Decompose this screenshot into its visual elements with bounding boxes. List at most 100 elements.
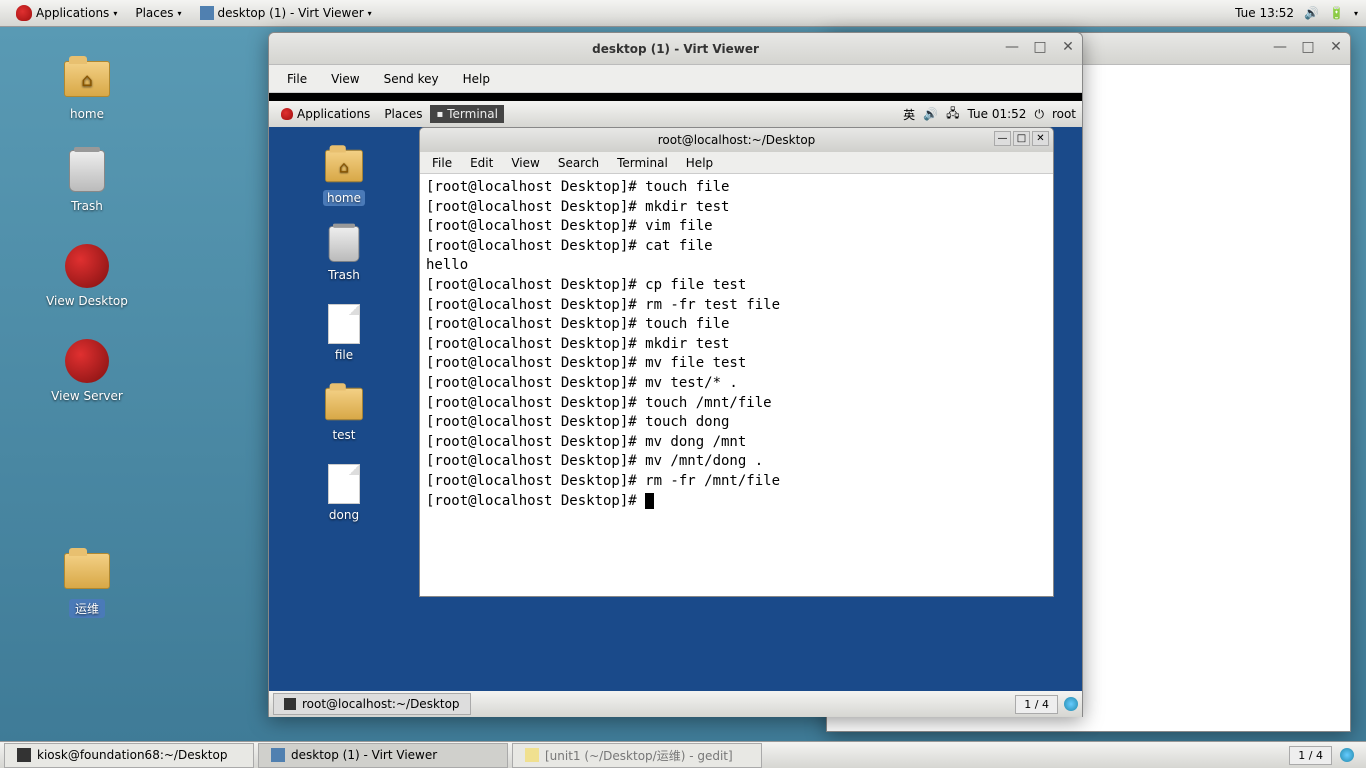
file-icon <box>328 464 360 504</box>
virt-viewer-icon <box>200 6 214 20</box>
gedit-icon <box>525 748 539 762</box>
menu-sendkey[interactable]: Send key <box>374 68 449 90</box>
redhat-icon <box>65 244 109 288</box>
icon-label: test <box>332 428 355 442</box>
terminal-icon: ▪ <box>436 109 443 120</box>
folder-home-icon <box>325 150 363 182</box>
task-gedit[interactable]: [unit1 (~/Desktop/运维) - gedit] <box>512 743 762 768</box>
redhat-icon <box>65 339 109 383</box>
top-panel-right: Tue 13:52 🔊 🔋 ▾ <box>1235 6 1358 20</box>
menu-help[interactable]: Help <box>678 154 721 172</box>
maximize-button[interactable]: □ <box>1013 131 1030 146</box>
guest-applications-menu[interactable]: Applications <box>275 105 376 123</box>
desktop-icon-home[interactable]: home <box>42 55 132 121</box>
maximize-button[interactable]: □ <box>1300 39 1316 55</box>
workspace-indicator[interactable]: 1 / 4 <box>1289 746 1332 765</box>
menu-view[interactable]: View <box>503 154 547 172</box>
show-desktop-icon[interactable] <box>1064 697 1078 711</box>
battery-icon[interactable]: 🔋 <box>1329 6 1344 20</box>
volume-icon[interactable]: 🔊 <box>1304 6 1319 20</box>
task-label: kiosk@foundation68:~/Desktop <box>37 748 227 762</box>
terminal-menubar: File Edit View Search Terminal Help <box>420 152 1053 174</box>
task-kiosk-terminal[interactable]: kiosk@foundation68:~/Desktop <box>4 743 254 768</box>
menu-file[interactable]: File <box>277 68 317 90</box>
folder-home-icon <box>64 61 110 97</box>
guest-user[interactable]: root <box>1052 107 1076 121</box>
minimize-button[interactable]: — <box>1004 39 1020 55</box>
folder-icon <box>325 388 363 420</box>
places-label: Places <box>135 6 173 20</box>
guest-top-panel: Applications Places ▪ Terminal 英 🔊 🖧 Tue… <box>269 101 1082 127</box>
virt-viewer-icon <box>271 748 285 762</box>
guest-workspace-indicator[interactable]: 1 / 4 <box>1015 695 1058 714</box>
icon-label: Trash <box>328 268 360 282</box>
menu-terminal[interactable]: Terminal <box>609 154 676 172</box>
icon-label: Trash <box>42 199 132 213</box>
clock[interactable]: Tue 13:52 <box>1235 6 1294 20</box>
trash-icon <box>329 226 360 262</box>
icon-label: dong <box>329 508 359 522</box>
icon-label: home <box>323 190 365 206</box>
guest-places-menu[interactable]: Places <box>378 105 428 123</box>
ime-indicator[interactable]: 英 <box>903 106 915 123</box>
guest-icon-home[interactable]: home <box>309 145 379 206</box>
redhat-icon <box>16 5 32 21</box>
close-button[interactable]: ✕ <box>1060 39 1076 55</box>
icon-label: home <box>42 107 132 121</box>
guest-clock[interactable]: Tue 01:52 <box>968 107 1027 121</box>
guest-icon-dong[interactable]: dong <box>309 463 379 522</box>
guest-terminal-app[interactable]: ▪ Terminal <box>430 105 504 123</box>
desktop-icon-view-server[interactable]: View Server <box>42 337 132 403</box>
chevron-down-icon[interactable]: ▾ <box>1354 9 1358 18</box>
label: Places <box>384 107 422 121</box>
desktop-icon-trash[interactable]: Trash <box>42 147 132 213</box>
icon-label: View Desktop <box>42 294 132 308</box>
task-virt-viewer[interactable]: desktop (1) - Virt Viewer <box>258 743 508 768</box>
show-desktop-icon[interactable] <box>1340 748 1354 762</box>
guest-task-terminal[interactable]: root@localhost:~/Desktop <box>273 693 471 715</box>
host-top-panel: Applications ▾ Places ▾ desktop (1) - Vi… <box>0 0 1366 27</box>
applications-menu[interactable]: Applications ▾ <box>8 2 125 24</box>
trash-icon <box>69 150 105 192</box>
desktop-icon-view-desktop[interactable]: View Desktop <box>42 242 132 308</box>
volume-icon[interactable]: 🔊 <box>923 107 938 121</box>
guest-icon-test[interactable]: test <box>309 383 379 442</box>
icon-label: View Server <box>42 389 132 403</box>
file-icon <box>328 304 360 344</box>
task-label: desktop (1) - Virt Viewer <box>291 748 437 762</box>
chevron-down-icon: ▾ <box>368 9 372 18</box>
minimize-button[interactable]: — <box>994 131 1011 146</box>
guest-terminal-window[interactable]: root@localhost:~/Desktop — □ ✕ File Edit… <box>419 127 1054 597</box>
virt-menubar: File View Send key Help <box>269 65 1082 93</box>
top-panel-left: Applications ▾ Places ▾ desktop (1) - Vi… <box>8 2 380 24</box>
menu-search[interactable]: Search <box>550 154 607 172</box>
guest-icon-file[interactable]: file <box>309 303 379 362</box>
close-button[interactable]: ✕ <box>1032 131 1049 146</box>
terminal-titlebar[interactable]: root@localhost:~/Desktop — □ ✕ <box>420 128 1053 152</box>
minimize-button[interactable]: — <box>1272 39 1288 55</box>
guest-icon-trash[interactable]: Trash <box>309 223 379 282</box>
menu-file[interactable]: File <box>424 154 460 172</box>
active-app-menu[interactable]: desktop (1) - Virt Viewer ▾ <box>192 3 380 23</box>
desktop-icon-yunwei[interactable]: 运维 <box>42 547 132 618</box>
virt-viewer-window[interactable]: desktop (1) - Virt Viewer — □ ✕ File Vie… <box>268 32 1083 717</box>
menu-help[interactable]: Help <box>453 68 500 90</box>
terminal-title: root@localhost:~/Desktop <box>658 133 816 147</box>
virt-title: desktop (1) - Virt Viewer <box>592 42 759 56</box>
terminal-body[interactable]: [root@localhost Desktop]# touch file [ro… <box>420 174 1053 596</box>
label: Terminal <box>447 107 498 121</box>
terminal-icon <box>284 698 296 710</box>
network-icon[interactable]: 🖧 <box>946 104 959 125</box>
guest-desktop[interactable]: home Trash file test dong <box>269 127 1082 691</box>
close-button[interactable]: ✕ <box>1328 39 1344 55</box>
folder-icon <box>64 553 110 589</box>
menu-edit[interactable]: Edit <box>462 154 501 172</box>
menu-view[interactable]: View <box>321 68 369 90</box>
virt-titlebar[interactable]: desktop (1) - Virt Viewer — □ ✕ <box>269 33 1082 65</box>
places-menu[interactable]: Places ▾ <box>127 3 189 23</box>
host-desktop[interactable]: home Trash View Desktop View Server 运维 —… <box>0 27 1366 741</box>
maximize-button[interactable]: □ <box>1032 39 1048 55</box>
task-label: [unit1 (~/Desktop/运维) - gedit] <box>545 747 733 764</box>
icon-label: 运维 <box>69 599 105 618</box>
power-icon[interactable]: ⏻ <box>1034 107 1044 122</box>
